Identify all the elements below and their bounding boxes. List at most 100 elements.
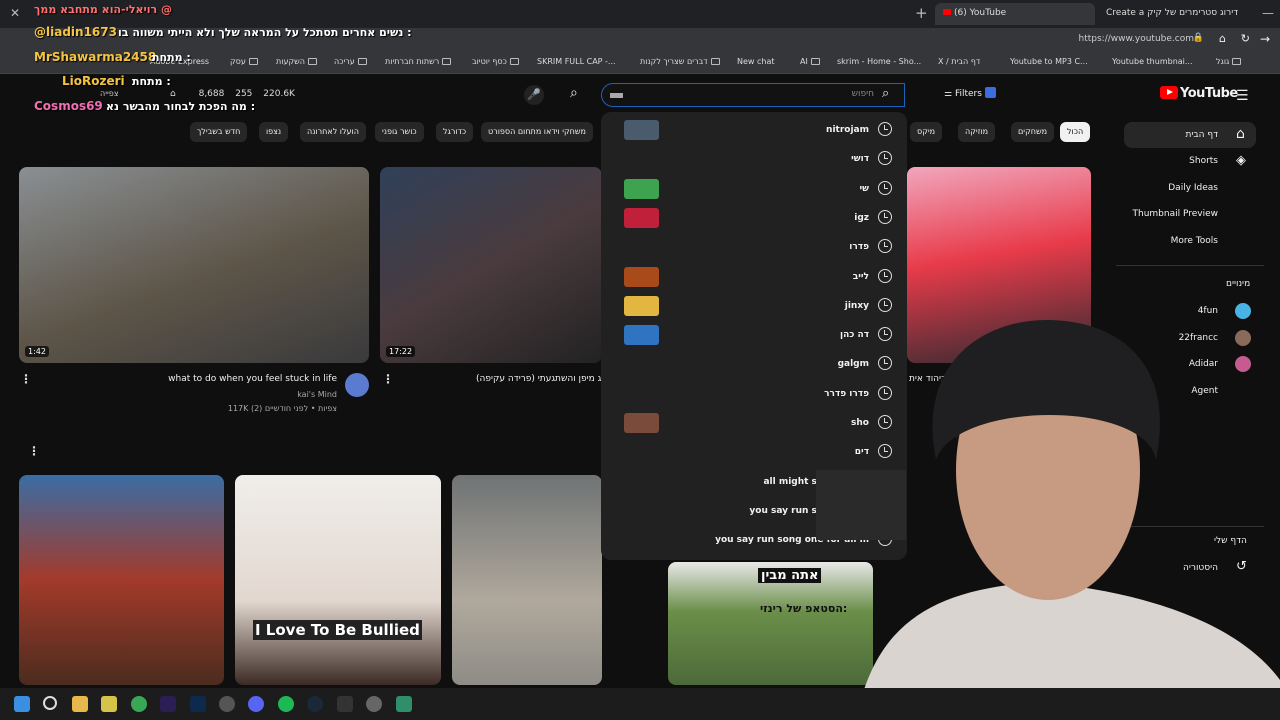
- avatar: [1235, 303, 1251, 319]
- home-icon: ⌂: [1236, 126, 1245, 142]
- search-button[interactable]: ⌕: [872, 83, 906, 107]
- video-thumbnail[interactable]: 1:42: [19, 167, 369, 363]
- new-tab-icon[interactable]: +: [915, 4, 928, 22]
- filters-button[interactable]: ⚌ Filters: [944, 87, 996, 99]
- chip-8[interactable]: נצפו: [259, 122, 289, 142]
- thumbnail-caption: I Love To Be Bullied: [253, 620, 422, 640]
- suggestion-text: nitrojam: [826, 125, 869, 135]
- chat-icon: ⌂: [170, 89, 176, 99]
- channel-name[interactable]: kai's Mind: [297, 390, 337, 399]
- subscriptions-header[interactable]: מינויים: [1226, 279, 1250, 289]
- search-suggestion[interactable]: פדרו: [601, 233, 907, 262]
- more-options-icon[interactable]: ⋮: [382, 372, 394, 386]
- chat-message: מתחת :: [152, 51, 191, 64]
- settings-icon[interactable]: [366, 696, 382, 712]
- search-suggestion[interactable]: jinxy: [601, 292, 907, 321]
- bookmark-skrim-cap[interactable]: SKRIM FULL CAP -...: [537, 57, 616, 66]
- file-explorer-icon[interactable]: [72, 696, 88, 712]
- video-thumbnail[interactable]: [19, 475, 224, 685]
- video-title[interactable]: what to do when you feel stuck in life: [168, 374, 337, 384]
- search-suggestion[interactable]: igz: [601, 204, 907, 233]
- bookmark-editing[interactable]: עריכה: [334, 57, 367, 66]
- app-icon[interactable]: [101, 696, 117, 712]
- menu-icon[interactable]: ☰: [1236, 88, 1249, 104]
- chat-message: מה הפכת לבחור מהבשר נא :: [106, 100, 256, 113]
- discord-icon[interactable]: [248, 696, 264, 712]
- search-input[interactable]: חיפוש: [601, 83, 905, 107]
- bookmark-shopping[interactable]: דברים שצריך לקנות: [640, 57, 720, 66]
- reload-icon[interactable]: ↻: [1241, 32, 1250, 45]
- search-suggestion[interactable]: לייב: [601, 263, 907, 292]
- url-field[interactable]: https://www.youtube.com: [1079, 34, 1194, 44]
- sidebar-item-thumbnail-preview[interactable]: Thumbnail Preview: [1133, 209, 1219, 219]
- spotify-icon[interactable]: [278, 696, 294, 712]
- chip-2[interactable]: מוזיקה: [958, 122, 996, 142]
- app-icon[interactable]: [396, 696, 412, 712]
- sidebar-item-more-tools[interactable]: More Tools: [1171, 236, 1218, 246]
- chip-6[interactable]: כושר גופני: [375, 122, 424, 142]
- bookmark-skrim-home[interactable]: skrim - Home - Sho...: [837, 57, 921, 66]
- shorts-icon: ◈: [1236, 153, 1246, 168]
- bookmark-x[interactable]: X / דף הבית: [938, 57, 980, 66]
- tab-youtube[interactable]: (6) YouTube: [935, 3, 1095, 25]
- search-suggestion[interactable]: דושי: [601, 145, 907, 174]
- youtube-logo[interactable]: YouTube: [1160, 86, 1238, 101]
- chip-4[interactable]: משחקי וידאו מתחום הספורט: [481, 122, 593, 142]
- stat-value: 8,688: [198, 89, 225, 99]
- search-suggestion[interactable]: nitrojam: [601, 116, 907, 145]
- app-icon[interactable]: [219, 696, 235, 712]
- video-thumbnail[interactable]: [452, 475, 602, 685]
- video-title[interactable]: ג מיפן והשתגעתי (פרידה עקיפה): [476, 374, 601, 384]
- bookmark-ai[interactable]: AI: [800, 57, 820, 66]
- bookmark-youtube-money[interactable]: כסף יוטיוב: [472, 57, 519, 66]
- premiere-icon[interactable]: [160, 696, 176, 712]
- sidebar-item-shorts[interactable]: Shorts: [1189, 156, 1218, 166]
- photoshop-icon[interactable]: [190, 696, 206, 712]
- sidebar-sub-4fun[interactable]: 4fun: [1198, 306, 1218, 316]
- sidebar-item-daily-ideas[interactable]: Daily Ideas: [1168, 183, 1218, 193]
- chip-1[interactable]: משחקים: [1011, 122, 1055, 142]
- microphone-icon[interactable]: 🎤: [524, 85, 544, 105]
- suggestion-text: דושי: [851, 154, 869, 165]
- bookmark-label: AI: [800, 57, 808, 66]
- chip-0[interactable]: הכול: [1060, 122, 1091, 142]
- filters-label: Filters: [954, 89, 982, 99]
- minimize-icon[interactable]: —: [1262, 6, 1274, 20]
- epic-games-icon[interactable]: [337, 696, 353, 712]
- bookmark-thumbnail[interactable]: Youtube thumbnai...: [1112, 57, 1193, 66]
- video-thumbnail[interactable]: I Love To Be Bullied: [235, 475, 441, 685]
- suggestion-thumbnail: [624, 413, 659, 433]
- home-icon[interactable]: ⌂: [1219, 32, 1226, 45]
- tab-create[interactable]: Create a דירוג סטרימרים של קיק: [1098, 3, 1248, 25]
- chip-7[interactable]: הועלו לאחרונה: [300, 122, 366, 142]
- stream-stats: ⌂ 8,688 255 220.6K: [170, 89, 295, 99]
- bookmark-new-chat[interactable]: New chat: [737, 57, 775, 66]
- chip-9[interactable]: חדש בשבילך: [190, 122, 248, 142]
- taskbar: [0, 688, 1280, 720]
- sidebar-divider: [1116, 265, 1264, 266]
- bookmark-investments[interactable]: השקעות: [276, 57, 318, 66]
- search-icon[interactable]: ⌕: [570, 85, 578, 101]
- bookmark-social[interactable]: רשתות חברתיות: [385, 57, 452, 66]
- windows-start-icon[interactable]: [14, 696, 30, 712]
- more-options-icon[interactable]: ⋮: [20, 372, 32, 386]
- stream-top-banner: רויאלי-הוא מתחבא ממך @: [34, 3, 172, 16]
- search-icon[interactable]: [43, 696, 57, 710]
- video-thumbnail[interactable]: 17:22: [380, 167, 602, 363]
- close-icon[interactable]: ✕: [10, 6, 20, 20]
- bookmark-business[interactable]: עסק: [230, 57, 258, 66]
- channel-avatar[interactable]: [345, 373, 369, 397]
- bookmark-mp3[interactable]: Youtube to MP3 C...: [1010, 57, 1088, 66]
- chip-5[interactable]: כדורגל: [436, 122, 474, 142]
- back-icon[interactable]: →: [1260, 32, 1270, 46]
- bookmark-google[interactable]: גוגל: [1216, 57, 1242, 66]
- tab-label: (6) YouTube: [954, 8, 1007, 18]
- bookmark-label: דברים שצריך לקנות: [640, 57, 708, 66]
- steam-icon[interactable]: [307, 696, 323, 712]
- chip-3[interactable]: מיקס: [910, 122, 943, 142]
- chrome-icon[interactable]: [131, 696, 147, 712]
- stat-value: 255: [235, 89, 253, 99]
- more-options-icon[interactable]: ⋮: [28, 444, 40, 458]
- folder-icon: [248, 58, 258, 65]
- search-suggestion[interactable]: שי: [601, 175, 907, 204]
